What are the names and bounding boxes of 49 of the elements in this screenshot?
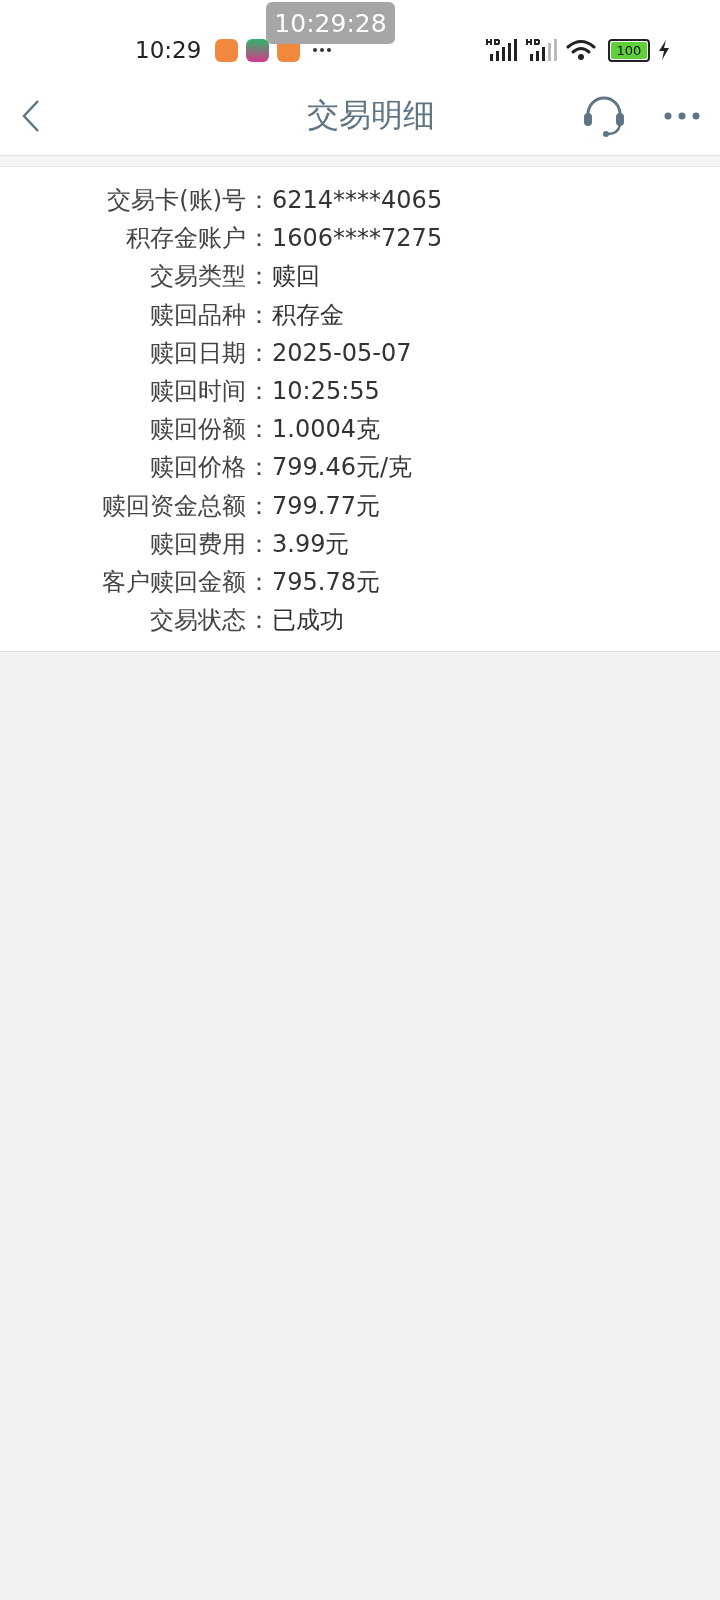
field-value: 积存金 — [272, 299, 344, 331]
field-value: 3.99元 — [272, 528, 350, 560]
signal-icon — [526, 39, 558, 61]
more-notifications-icon — [312, 47, 333, 53]
field-value: 6214****4065 — [272, 186, 443, 215]
field-value: 10:25:55 — [272, 377, 380, 406]
field-label: 积存金账户 — [125, 223, 246, 255]
colon: ： — [246, 261, 272, 293]
app-icon — [215, 38, 239, 62]
signal-icon — [486, 39, 518, 61]
colon: ： — [246, 185, 272, 217]
colon: ： — [246, 337, 272, 369]
colon: ： — [246, 223, 272, 255]
field-label: 赎回份额 — [149, 414, 246, 446]
field-label: 赎回时间 — [149, 376, 246, 408]
colon: ： — [246, 490, 272, 522]
colon: ： — [246, 605, 272, 637]
app-icon — [246, 38, 270, 62]
field-value: 1.0004克 — [272, 414, 380, 446]
field-value: 1606****7275 — [272, 224, 443, 253]
field-value: 已成功 — [272, 605, 344, 637]
field-value: 799.46元/克 — [272, 452, 413, 484]
menu-button[interactable] — [664, 111, 700, 120]
field-label: 赎回品种 — [149, 299, 246, 331]
page-title: 交易明细 — [306, 94, 436, 136]
field-value: 795.78元 — [272, 566, 380, 598]
field-label: 交易类型 — [149, 261, 246, 293]
colon: ： — [246, 452, 272, 484]
field-value: 2025-05-07 — [272, 338, 412, 367]
colon: ： — [246, 376, 272, 408]
colon: ： — [246, 528, 272, 560]
status-time: 10:29 — [135, 37, 202, 63]
colon: ： — [246, 414, 272, 446]
field-label: 赎回资金总额 — [101, 490, 246, 522]
field-label: 交易卡(账)号 — [106, 185, 246, 217]
field-label: 交易状态 — [149, 605, 246, 637]
field-label: 赎回日期 — [149, 337, 246, 369]
charging-icon — [658, 40, 670, 60]
field-value: 799.77元 — [272, 490, 380, 522]
colon: ： — [246, 299, 272, 331]
field-value: 赎回 — [272, 261, 320, 293]
battery-icon: 100 — [608, 38, 650, 62]
field-label: 赎回价格 — [149, 452, 246, 484]
back-button[interactable] — [22, 98, 40, 133]
field-label: 客户赎回金额 — [101, 566, 246, 598]
wifi-icon — [566, 39, 596, 61]
colon: ： — [246, 566, 272, 598]
time-overlay: 10:29:28 — [266, 2, 395, 44]
field-label: 赎回费用 — [149, 528, 246, 560]
